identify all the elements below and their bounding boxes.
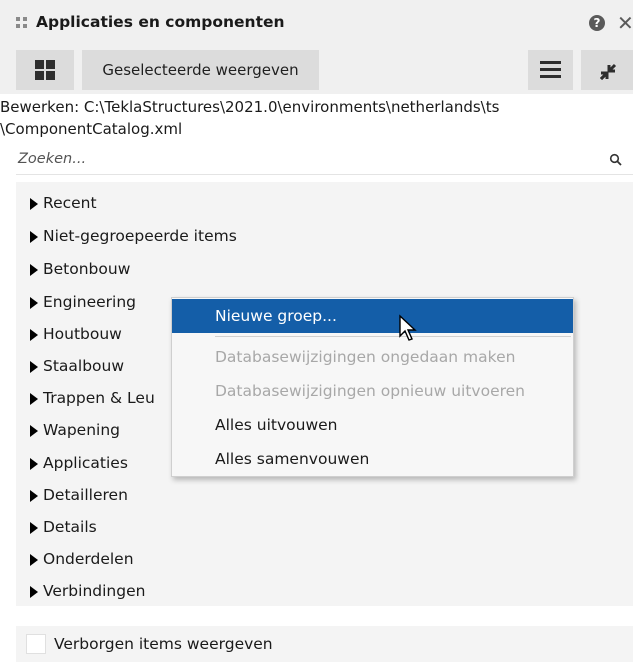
expand-arrow-icon[interactable] [30,425,38,437]
tree-item-betonbouw[interactable]: Betonbouw [16,253,616,285]
tree-item-recent[interactable]: Recent [16,187,616,219]
toolbar: Geselecteerde weergeven [0,46,633,94]
tree-item-label: Houtbouw [43,325,122,343]
show-hidden-label: Verborgen items weergeven [54,635,273,653]
search-placeholder: Zoeken... [18,151,87,167]
edit-path: Bewerken: C:\TeklaStructures\2021.0\envi… [0,96,620,140]
expand-arrow-icon[interactable] [30,198,38,210]
tree-item-label: Detailleren [43,486,128,504]
menu-item-undo-db-changes[interactable]: Databasewijzigingen ongedaan maken [172,340,573,374]
title-bar: Applicaties en componenten ? ✕ [0,0,633,46]
edit-path-line1: Bewerken: C:\TeklaStructures\2021.0\envi… [0,98,500,116]
show-hidden-checkbox[interactable] [26,634,46,654]
menu-item-label: Nieuwe groep... [215,307,337,325]
menu-button[interactable] [528,50,573,90]
expand-arrow-icon[interactable] [30,393,38,405]
expand-arrow-icon[interactable] [30,586,38,598]
expand-arrow-icon[interactable] [30,554,38,566]
help-icon[interactable]: ? [589,15,605,31]
tree-item-label: Staalbouw [43,357,125,375]
close-icon[interactable]: ✕ [617,11,633,35]
collapse-arrows-icon [599,63,617,81]
tree-item-label: Betonbouw [43,260,131,278]
context-menu: Nieuwe groep... Databasewijzigingen onge… [171,297,574,477]
menu-item-label: Alles samenvouwen [215,450,370,468]
show-selected-button[interactable]: Geselecteerde weergeven [82,50,319,90]
tree-item-label: Verbindingen [43,582,146,600]
expand-arrow-icon[interactable] [30,264,38,276]
menu-separator [215,336,571,337]
tree-item-label: Recent [43,194,97,212]
edit-path-line2: \ComponentCatalog.xml [0,120,183,138]
tree-item-niet-gegroepeerde[interactable]: Niet-gegroepeerde items [16,220,616,252]
expand-arrow-icon[interactable] [30,490,38,502]
menu-item-redo-db-changes[interactable]: Databasewijzigingen opnieuw uitvoeren [172,374,573,408]
menu-item-collapse-all[interactable]: Alles samenvouwen [172,442,573,476]
expand-arrow-icon[interactable] [30,231,38,243]
tree-item-label: Applicaties [43,454,128,472]
tree-item-verbindingen[interactable]: Verbindingen [16,575,616,607]
tree-item-label: Wapening [43,421,121,439]
expand-arrow-icon[interactable] [30,522,38,534]
drag-grip-icon[interactable] [16,17,28,29]
expand-arrow-icon[interactable] [30,361,38,373]
tree-item-label: Trappen & Leu [43,389,155,407]
menu-item-label: Alles uitvouwen [215,416,338,434]
mouse-pointer-icon [399,314,417,341]
search-input[interactable]: Zoeken... [16,148,633,175]
tree-item-label: Details [43,518,97,536]
footer: Verborgen items weergeven [16,626,633,662]
grid-view-button[interactable] [16,50,74,90]
tree-item-label: Engineering [43,293,136,311]
expand-arrow-icon[interactable] [30,458,38,470]
menu-item-label: Databasewijzigingen ongedaan maken [215,348,516,366]
tree-item-label: Niet-gegroepeerde items [43,227,237,245]
expand-arrow-icon[interactable] [30,329,38,341]
window-title: Applicaties en componenten [36,13,285,31]
collapse-button[interactable] [581,50,633,90]
tree-item-detailleren[interactable]: Detailleren [16,479,616,511]
menu-item-new-group[interactable]: Nieuwe groep... [172,299,573,333]
search-icon[interactable] [609,153,623,167]
tree-item-onderdelen[interactable]: Onderdelen [16,543,616,575]
menu-item-label: Databasewijzigingen opnieuw uitvoeren [215,382,525,400]
tree-item-details[interactable]: Details [16,511,616,543]
tree-item-label: Onderdelen [43,550,134,568]
menu-item-expand-all[interactable]: Alles uitvouwen [172,408,573,442]
expand-arrow-icon[interactable] [30,297,38,309]
